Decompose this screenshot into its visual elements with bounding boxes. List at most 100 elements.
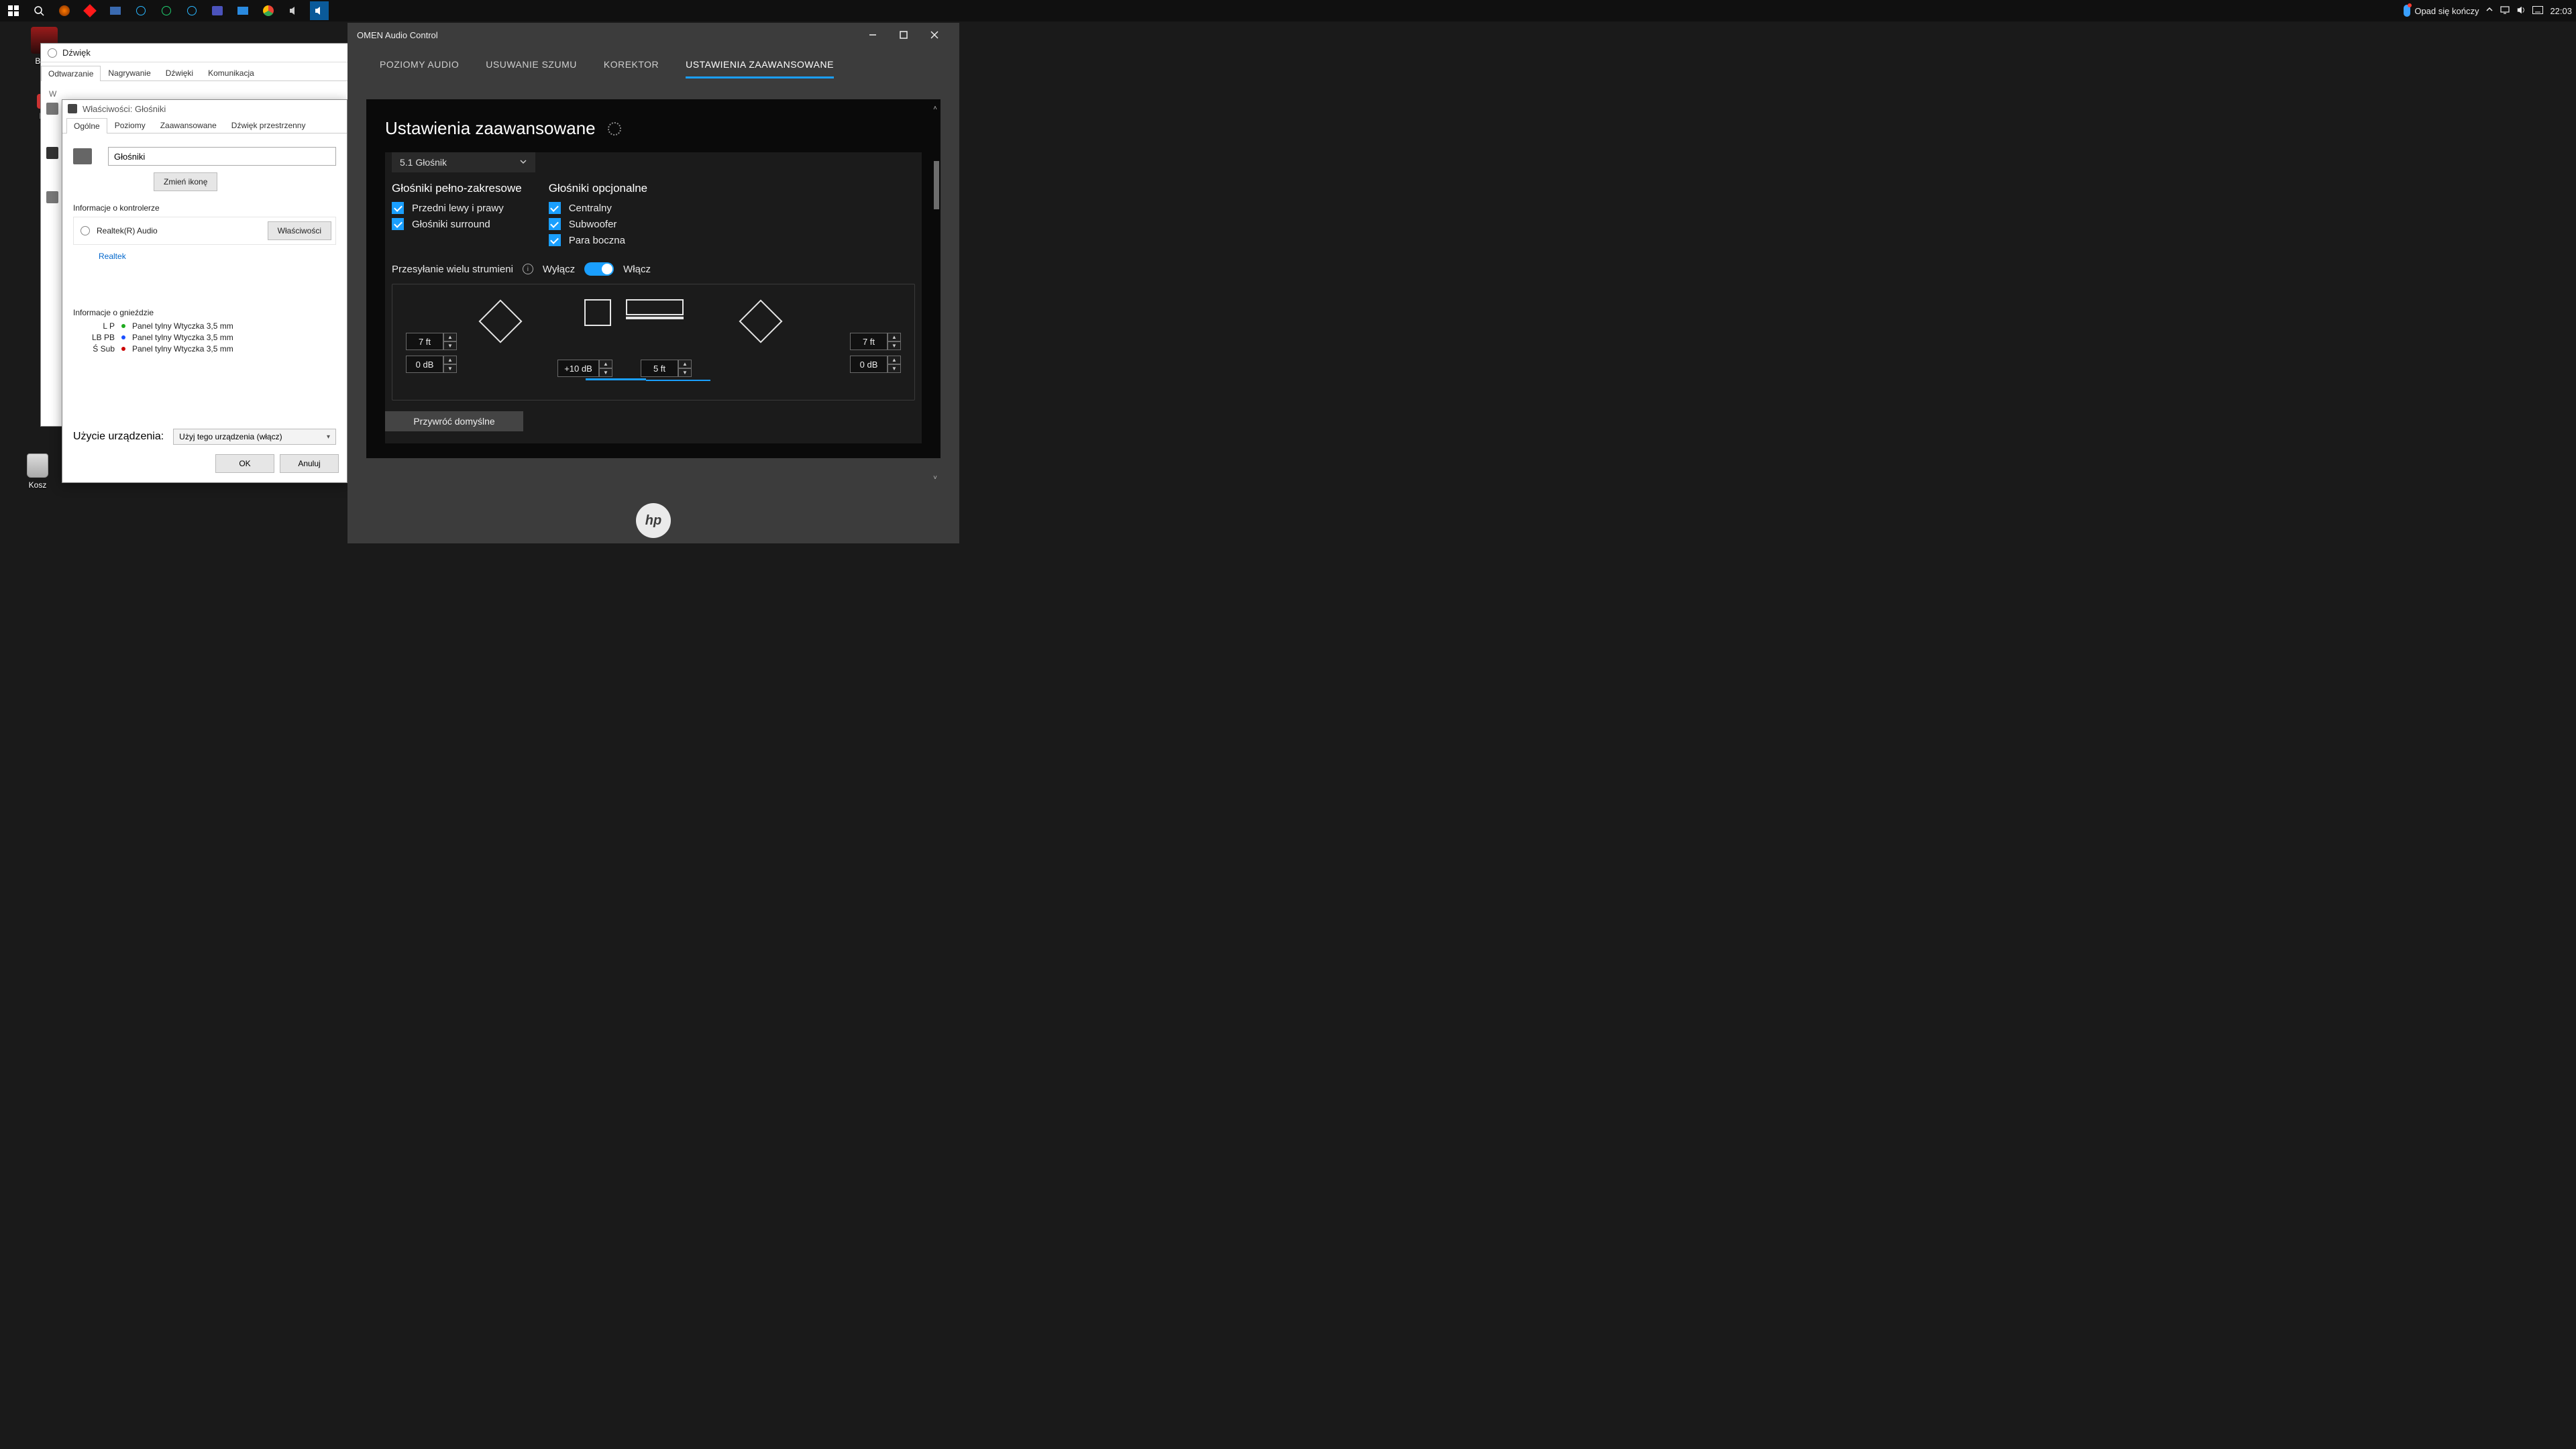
task-icon-app1[interactable] [106, 1, 125, 20]
maximize-button[interactable] [888, 23, 919, 47]
sound-window-icon [48, 48, 57, 58]
search-icon[interactable] [30, 1, 48, 20]
checkbox-label: Głośniki surround [412, 219, 490, 230]
info-icon[interactable]: i [523, 264, 533, 274]
tab-advanced[interactable]: USTAWIENIA ZAAWANSOWANE [686, 50, 834, 78]
recycle-bin-icon [27, 453, 48, 478]
tab-advanced-props[interactable]: Zaawansowane [153, 117, 224, 133]
recycle-bin[interactable]: Kosz [27, 453, 48, 490]
device-name-input[interactable] [108, 147, 336, 166]
task-icon-circle3[interactable] [182, 1, 201, 20]
right-gain-input[interactable]: 0 dB [850, 356, 888, 373]
chevron-up-icon[interactable]: ▲ [888, 333, 901, 341]
chevron-down-icon[interactable]: ▼ [599, 368, 612, 377]
checkbox-center[interactable]: Centralny [549, 202, 647, 214]
tray-clock[interactable]: 22:03 [2550, 6, 2572, 16]
task-icon-team[interactable] [208, 1, 227, 20]
center-distance-stepper[interactable]: ▲▼ [678, 360, 692, 377]
tab-general[interactable]: Ogólne [66, 118, 107, 133]
chevron-up-icon[interactable]: ▲ [443, 333, 457, 341]
checkbox-side[interactable]: Para boczna [549, 234, 647, 246]
controller-properties-button[interactable]: Właściwości [268, 221, 331, 240]
checkbox-sub[interactable]: Subwoofer [549, 218, 647, 230]
center-gain-input[interactable]: +10 dB [557, 360, 599, 377]
checkbox-surround[interactable]: Głośniki surround [392, 218, 522, 230]
tab-recording[interactable]: Nagrywanie [101, 65, 158, 80]
props-title: Właściwości: Głośniki [83, 104, 166, 114]
multistream-toggle[interactable] [584, 262, 614, 276]
left-distance-input[interactable]: 7 ft [406, 333, 443, 350]
task-icon-monitor[interactable] [233, 1, 252, 20]
task-icon-diamond[interactable] [80, 1, 99, 20]
left-gain-input[interactable]: 0 dB [406, 356, 443, 373]
gear-icon[interactable] [608, 122, 621, 136]
tab-communication[interactable]: Komunikacja [201, 65, 262, 80]
tab-audio-levels[interactable]: POZIOMY AUDIO [380, 50, 459, 78]
tray-chevron-icon[interactable] [2485, 6, 2493, 16]
chevron-down-icon[interactable]: ▼ [888, 364, 901, 373]
speaker-config-select[interactable]: 5.1 Głośnik [392, 152, 535, 172]
restore-defaults-button[interactable]: Przywróć domyślne [385, 411, 523, 431]
props-titlebar[interactable]: Właściwości: Głośniki [62, 100, 347, 117]
window-omen-audio: OMEN Audio Control POZIOMY AUDIO USUWANI… [347, 23, 959, 543]
tab-sounds[interactable]: Dźwięki [158, 65, 201, 80]
center-slider-right[interactable] [646, 380, 710, 381]
task-icon-volume-active[interactable] [310, 1, 329, 20]
chevron-up-icon[interactable]: ▲ [443, 356, 457, 364]
checkbox-icon [549, 202, 561, 214]
chevron-up-icon[interactable]: ▲ [599, 360, 612, 368]
checkbox-label: Para boczna [569, 235, 625, 246]
omen-scrollbar[interactable]: ˄ ˅ [931, 156, 939, 378]
tab-playback[interactable]: Odtwarzanie [41, 66, 101, 81]
checkbox-front-lr[interactable]: Przedni lewy i prawy [392, 202, 522, 214]
minimize-button[interactable] [857, 23, 888, 47]
left-distance-stepper[interactable]: ▲▼ [443, 333, 457, 350]
center-distance-input[interactable]: 5 ft [641, 360, 678, 377]
task-icon-circle1[interactable] [131, 1, 150, 20]
start-button-icon[interactable] [4, 1, 23, 20]
task-icon-chrome[interactable] [259, 1, 278, 20]
tray-volume-icon[interactable] [2516, 5, 2526, 17]
weather-icon [2404, 5, 2410, 17]
jack-label: Ś Sub [85, 344, 115, 354]
center-slider-left[interactable] [586, 378, 646, 380]
taskbar: Opad się kończy 22:03 [0, 0, 2576, 21]
task-icon-ryzen[interactable] [55, 1, 74, 20]
chevron-up-icon[interactable]: ▲ [678, 360, 692, 368]
chevron-down-icon[interactable]: ˅ [931, 474, 939, 484]
chevron-down-icon[interactable]: ▼ [678, 368, 692, 377]
chevron-up-icon[interactable]: ▲ [888, 356, 901, 364]
chevron-down-icon[interactable]: ▼ [443, 364, 457, 373]
speaker-front-right-icon [739, 299, 782, 343]
speaker-center-icon [626, 299, 684, 315]
jack-row: LB PB Panel tylny Wtyczka 3,5 mm [85, 333, 336, 342]
sound-titlebar[interactable]: Dźwięk [41, 44, 348, 62]
tab-equalizer[interactable]: KOREKTOR [604, 50, 659, 78]
change-icon-button[interactable]: Zmień ikonę [154, 172, 217, 191]
device-usage-select[interactable]: Użyj tego urządzenia (włącz) ▾ [173, 429, 336, 445]
jack-color-dot [121, 335, 125, 339]
tab-spatial[interactable]: Dźwięk przestrzenny [224, 117, 313, 133]
close-button[interactable] [919, 23, 950, 47]
scrollbar-thumb[interactable] [934, 161, 939, 209]
task-icon-circle2[interactable] [157, 1, 176, 20]
cancel-button[interactable]: Anuluj [280, 454, 339, 473]
chevron-up-icon[interactable]: ˄ [931, 105, 939, 114]
chevron-down-icon[interactable]: ▼ [443, 341, 457, 350]
right-distance-input[interactable]: 7 ft [850, 333, 888, 350]
chevron-down-icon[interactable]: ▼ [888, 341, 901, 350]
vendor-link[interactable]: Realtek [99, 252, 126, 261]
omen-tabs: POZIOMY AUDIO USUWANIE SZUMU KOREKTOR US… [347, 47, 959, 80]
tray-screen-icon[interactable] [2500, 6, 2510, 16]
center-gain-stepper[interactable]: ▲▼ [599, 360, 612, 377]
weather-widget[interactable]: Opad się kończy [2404, 5, 2479, 17]
tray-keyboard-icon[interactable] [2532, 6, 2543, 16]
task-icon-volume1[interactable] [284, 1, 303, 20]
ok-button[interactable]: OK [215, 454, 274, 473]
tab-levels[interactable]: Poziomy [107, 117, 153, 133]
right-gain-stepper[interactable]: ▲▼ [888, 356, 901, 373]
omen-titlebar[interactable]: OMEN Audio Control [347, 23, 959, 47]
tab-noise-removal[interactable]: USUWANIE SZUMU [486, 50, 577, 78]
right-distance-stepper[interactable]: ▲▼ [888, 333, 901, 350]
left-gain-stepper[interactable]: ▲▼ [443, 356, 457, 373]
